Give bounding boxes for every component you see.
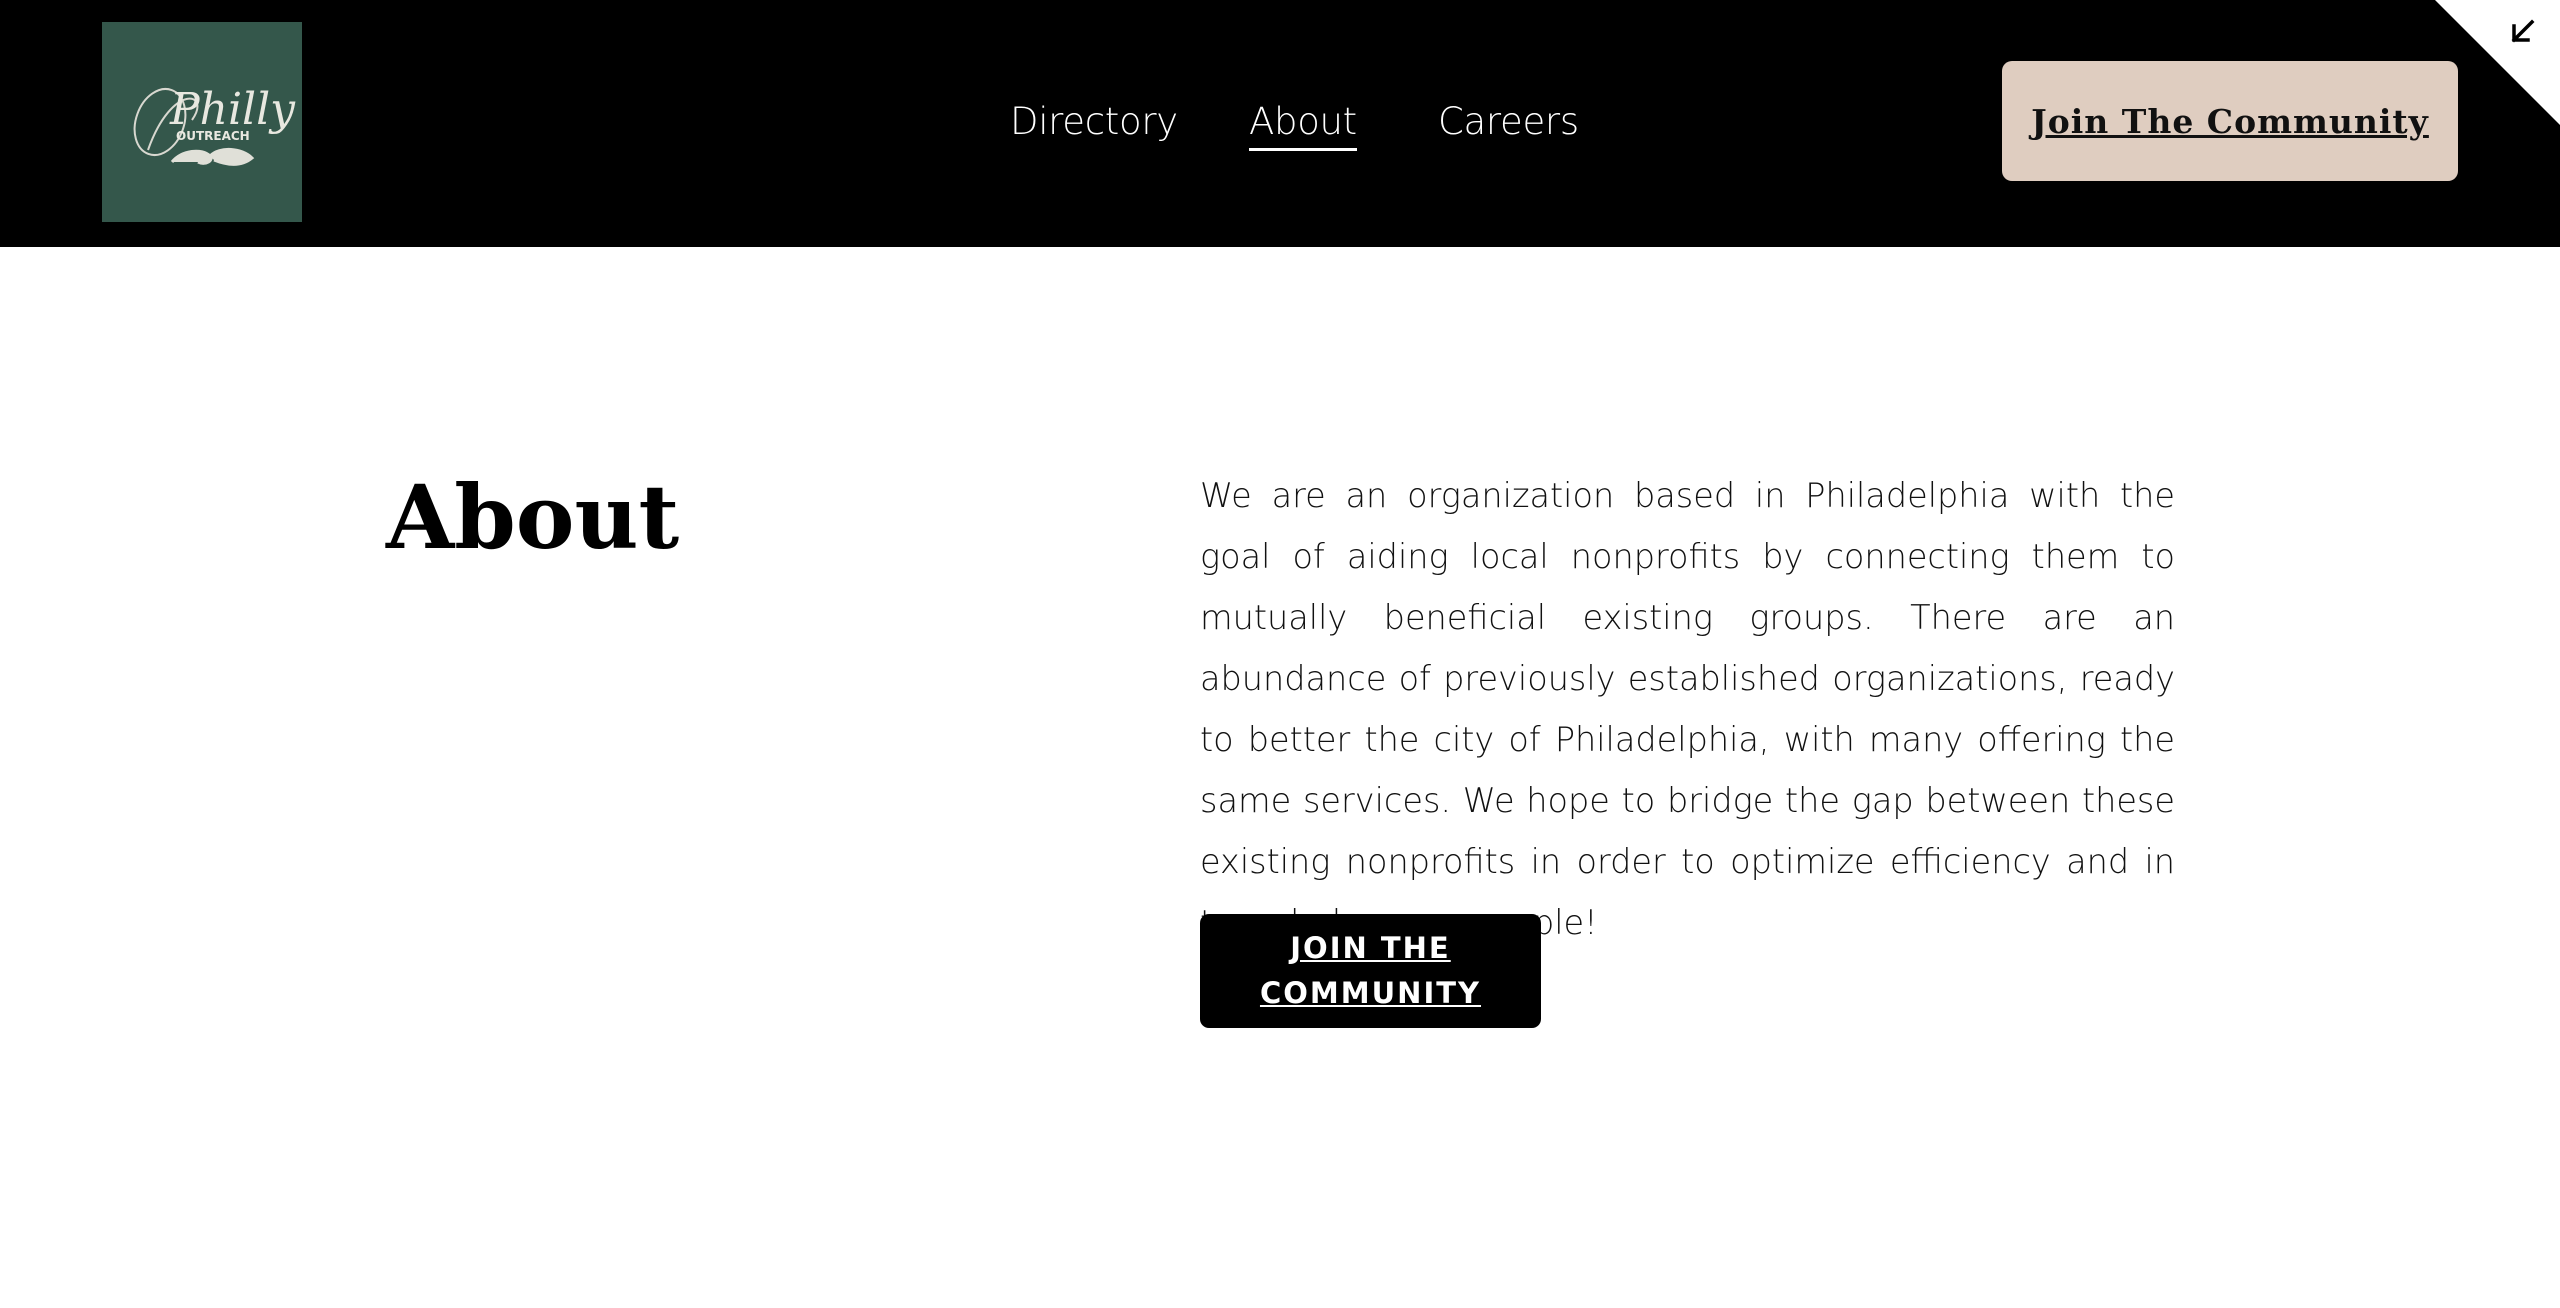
svg-text:Philly: Philly bbox=[169, 84, 296, 135]
nav-about[interactable]: About bbox=[1249, 96, 1357, 151]
join-community-header-button[interactable]: Join The Community bbox=[2002, 61, 2458, 181]
svg-text:OUTREACH: OUTREACH bbox=[176, 129, 250, 143]
join-community-button[interactable]: JOIN THE COMMUNITY bbox=[1200, 914, 1541, 1028]
collapse-arrow-icon[interactable] bbox=[2435, 0, 2560, 125]
site-header: Philly OUTREACH Directory About Careers … bbox=[0, 0, 2560, 247]
nav-careers[interactable]: Careers bbox=[1438, 96, 1579, 148]
site-logo[interactable]: Philly OUTREACH bbox=[102, 22, 302, 222]
about-description: We are an organization based in Philadel… bbox=[1200, 476, 2175, 942]
page-title: About bbox=[386, 465, 680, 569]
nav-directory[interactable]: Directory bbox=[1010, 96, 1178, 148]
logo-mark-icon: Philly OUTREACH bbox=[133, 84, 296, 166]
